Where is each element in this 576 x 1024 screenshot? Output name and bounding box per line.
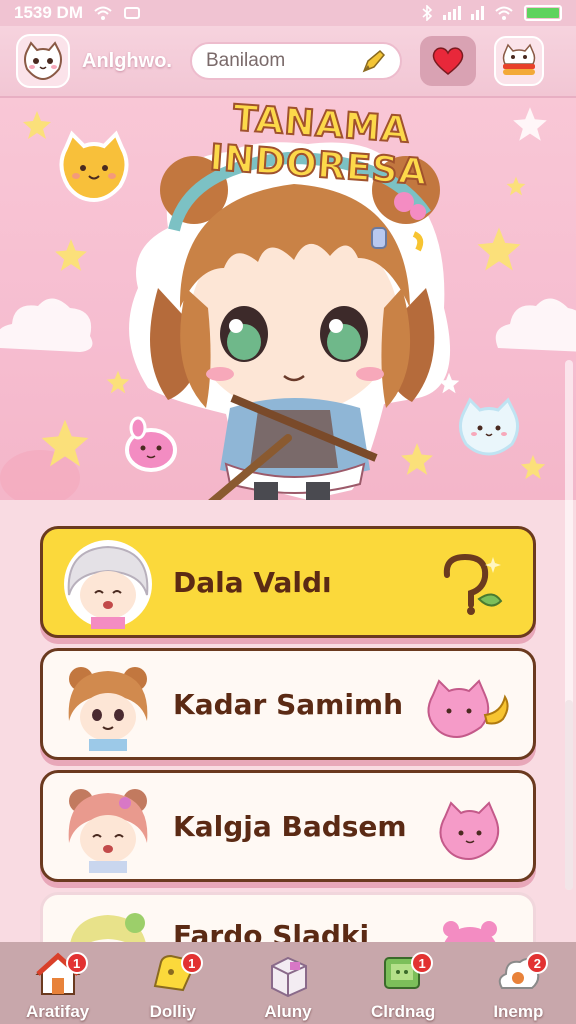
pink-cat-icon xyxy=(427,679,509,739)
star-icon xyxy=(513,107,547,141)
nav-label: Aluny xyxy=(264,1002,312,1021)
wifi-icon xyxy=(94,6,112,20)
signal-icon xyxy=(443,6,461,20)
pink-bear-icon xyxy=(443,921,497,942)
star-icon xyxy=(506,176,526,196)
status-time: 1539 DM xyxy=(14,3,83,22)
search-input[interactable]: Banilaom xyxy=(189,42,402,80)
nav-item-dolliy[interactable]: 1 Dolliy xyxy=(125,950,221,1022)
brown-hair-avatar xyxy=(68,667,148,751)
list-item-selected[interactable]: Dala Valdı xyxy=(40,526,536,638)
white-hair-avatar xyxy=(64,540,152,629)
cloud-right-decoration xyxy=(495,298,576,352)
battery-icon xyxy=(524,5,562,21)
list-item-label: Dala Valdı xyxy=(173,565,332,599)
list-item-label: Kalgja Badsem xyxy=(173,809,407,843)
app-logo[interactable] xyxy=(16,34,70,88)
notification-badge: 1 xyxy=(180,952,203,974)
sync-icon xyxy=(123,7,140,19)
cloud-left-decoration xyxy=(0,298,93,352)
wifi-right-icon xyxy=(495,6,513,20)
list-item[interactable]: Kalgja Badsem xyxy=(40,770,536,882)
blonde-hair-avatar xyxy=(70,913,146,942)
pink-kitten-icon xyxy=(439,801,500,861)
pencil-icon[interactable] xyxy=(360,47,388,75)
list-item-label: Fardo Sladki xyxy=(173,919,370,942)
heart-icon xyxy=(432,47,464,75)
list-item[interactable]: Kadar Samimh xyxy=(40,648,536,760)
star-icon xyxy=(23,111,51,139)
pink-hair-avatar xyxy=(68,789,148,873)
nav-item-aluny[interactable]: Aluny xyxy=(240,950,336,1022)
app-header: Anlghwo. Banilaom xyxy=(0,26,576,98)
profile-button[interactable] xyxy=(493,36,544,86)
status-bar: 1539 DM xyxy=(0,0,576,26)
star-icon xyxy=(55,239,87,271)
signal-2-icon xyxy=(471,6,484,20)
cat-leaf-icon xyxy=(443,553,503,615)
star-icon xyxy=(520,454,546,480)
list-item[interactable]: Fardo Sladki xyxy=(40,892,536,942)
app-name: Anlghwo. xyxy=(82,49,172,72)
hero-banner: TANAMA INDORESA xyxy=(0,98,576,500)
box-icon xyxy=(270,956,307,998)
character-list: Dala Valdı Kadar Samimh Kalgja Badsem Fa… xyxy=(0,500,576,942)
nav-item-clrdnag[interactable]: 1 Clrdnag xyxy=(355,950,451,1022)
nav-item-inemp[interactable]: 2 Inemp xyxy=(470,950,566,1022)
nav-label: Clrdnag xyxy=(371,1002,436,1021)
notification-badge: 2 xyxy=(526,952,549,974)
nav-item-aratifay[interactable]: 1 Aratifay xyxy=(10,950,106,1022)
cat-burger-icon xyxy=(502,43,536,75)
search-placeholder: Banilaom xyxy=(205,50,286,71)
notification-badge: 1 xyxy=(411,952,434,974)
nav-label: Aratifay xyxy=(25,1002,90,1021)
star-icon xyxy=(41,419,89,467)
bottom-navigation: 1 Aratifay 1 Dolliy Aluny 1 Clrdnag 2 In… xyxy=(0,942,576,1024)
nav-label: Inemp xyxy=(493,1002,544,1021)
star-icon xyxy=(477,227,521,271)
scrollbar-thumb[interactable] xyxy=(565,700,573,890)
cat-face-icon xyxy=(24,41,62,81)
notification-badge: 1 xyxy=(65,952,88,974)
nav-label: Dolliy xyxy=(149,1002,196,1021)
favorites-button[interactable] xyxy=(419,36,476,86)
list-item-label: Kadar Samimh xyxy=(173,687,404,721)
bluetooth-icon xyxy=(422,5,433,21)
